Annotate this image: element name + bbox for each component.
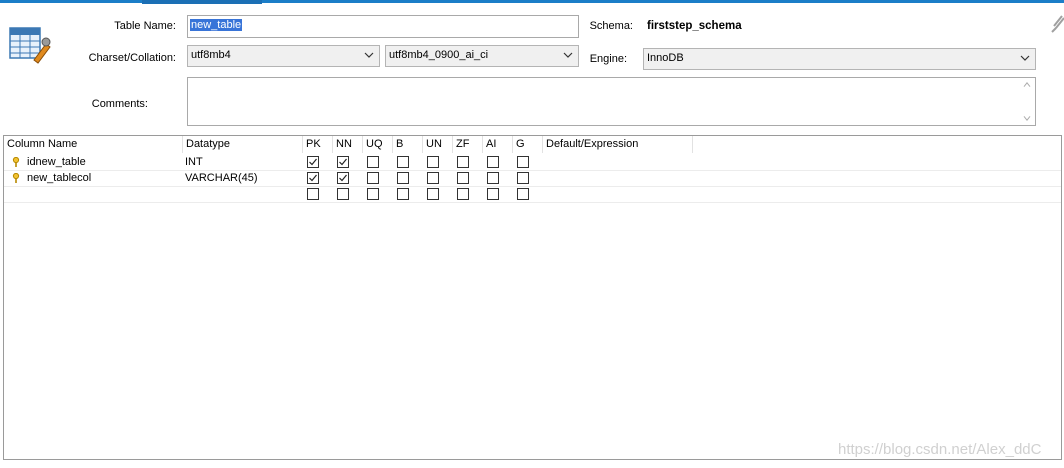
columns-grid[interactable]: Column Name Datatype PK NN UQ B UN ZF AI…	[3, 135, 1062, 460]
pk-checkbox[interactable]	[307, 188, 319, 200]
nn-checkbox[interactable]	[337, 188, 349, 200]
ai-checkbox[interactable]	[487, 172, 499, 184]
ai-checkbox[interactable]	[487, 188, 499, 200]
un-checkbox[interactable]	[427, 156, 439, 168]
table-row[interactable]: new_tablecol VARCHAR(45)	[4, 171, 1061, 187]
header-zf[interactable]: ZF	[453, 136, 483, 153]
pin-icon[interactable]	[1050, 14, 1064, 36]
charset-collation-label: Charset/Collation:	[88, 52, 176, 64]
header-column-name[interactable]: Column Name	[4, 136, 183, 153]
table-name-label: Table Name:	[114, 20, 176, 32]
header-nn[interactable]: NN	[333, 136, 363, 153]
active-tab-indicator[interactable]	[142, 0, 262, 4]
charset-select[interactable]: utf8mb4	[187, 45, 380, 67]
schema-label: Schema:	[589, 20, 633, 32]
zf-checkbox[interactable]	[457, 156, 469, 168]
header-uq[interactable]: UQ	[363, 136, 393, 153]
un-checkbox[interactable]	[427, 172, 439, 184]
b-checkbox[interactable]	[397, 172, 409, 184]
g-checkbox[interactable]	[517, 188, 529, 200]
table-name-input[interactable]: new_table	[187, 15, 579, 38]
column-name-cell[interactable]: idnew_table	[27, 155, 86, 170]
table-row[interactable]	[4, 187, 1061, 203]
header-ai[interactable]: AI	[483, 136, 513, 153]
header-un[interactable]: UN	[423, 136, 453, 153]
nn-checkbox[interactable]	[337, 156, 349, 168]
collation-value: utf8mb4_0900_ai_ci	[389, 49, 489, 61]
zf-checkbox[interactable]	[457, 188, 469, 200]
pk-checkbox[interactable]	[307, 156, 319, 168]
schema-value: firststep_schema	[647, 20, 742, 32]
uq-checkbox[interactable]	[367, 172, 379, 184]
engine-value: InnoDB	[647, 52, 684, 64]
header-pk[interactable]: PK	[303, 136, 333, 153]
engine-select[interactable]: InnoDB	[643, 48, 1036, 70]
b-checkbox[interactable]	[397, 188, 409, 200]
chevron-down-icon	[1020, 55, 1030, 61]
header-default-expression[interactable]: Default/Expression	[543, 136, 693, 153]
table-editor-icon	[9, 27, 51, 64]
zf-checkbox[interactable]	[457, 172, 469, 184]
charset-value: utf8mb4	[191, 49, 231, 61]
uq-checkbox[interactable]	[367, 156, 379, 168]
header-g[interactable]: G	[513, 136, 543, 153]
header-datatype[interactable]: Datatype	[183, 136, 303, 153]
collation-select[interactable]: utf8mb4_0900_ai_ci	[385, 45, 579, 67]
datatype-cell[interactable]: INT	[185, 155, 203, 170]
chevron-down-icon	[364, 52, 374, 58]
header-b[interactable]: B	[393, 136, 423, 153]
comments-textarea[interactable]	[187, 77, 1036, 126]
nn-checkbox[interactable]	[337, 172, 349, 184]
g-checkbox[interactable]	[517, 172, 529, 184]
comments-scrollbar[interactable]	[1019, 78, 1035, 125]
g-checkbox[interactable]	[517, 156, 529, 168]
primary-key-icon	[12, 157, 20, 167]
primary-key-icon	[12, 173, 20, 183]
engine-label: Engine:	[589, 53, 627, 65]
uq-checkbox[interactable]	[367, 188, 379, 200]
un-checkbox[interactable]	[427, 188, 439, 200]
pk-checkbox[interactable]	[307, 172, 319, 184]
grid-header: Column Name Datatype PK NN UQ B UN ZF AI…	[4, 136, 1061, 153]
table-row[interactable]: idnew_table INT	[4, 155, 1061, 171]
comments-label: Comments:	[91, 98, 148, 110]
b-checkbox[interactable]	[397, 156, 409, 168]
watermark-text: https://blog.csdn.net/Alex_ddC	[838, 441, 1042, 458]
ai-checkbox[interactable]	[487, 156, 499, 168]
datatype-cell[interactable]: VARCHAR(45)	[185, 171, 258, 186]
column-name-cell[interactable]: new_tablecol	[27, 171, 91, 186]
table-name-value: new_table	[190, 19, 243, 31]
